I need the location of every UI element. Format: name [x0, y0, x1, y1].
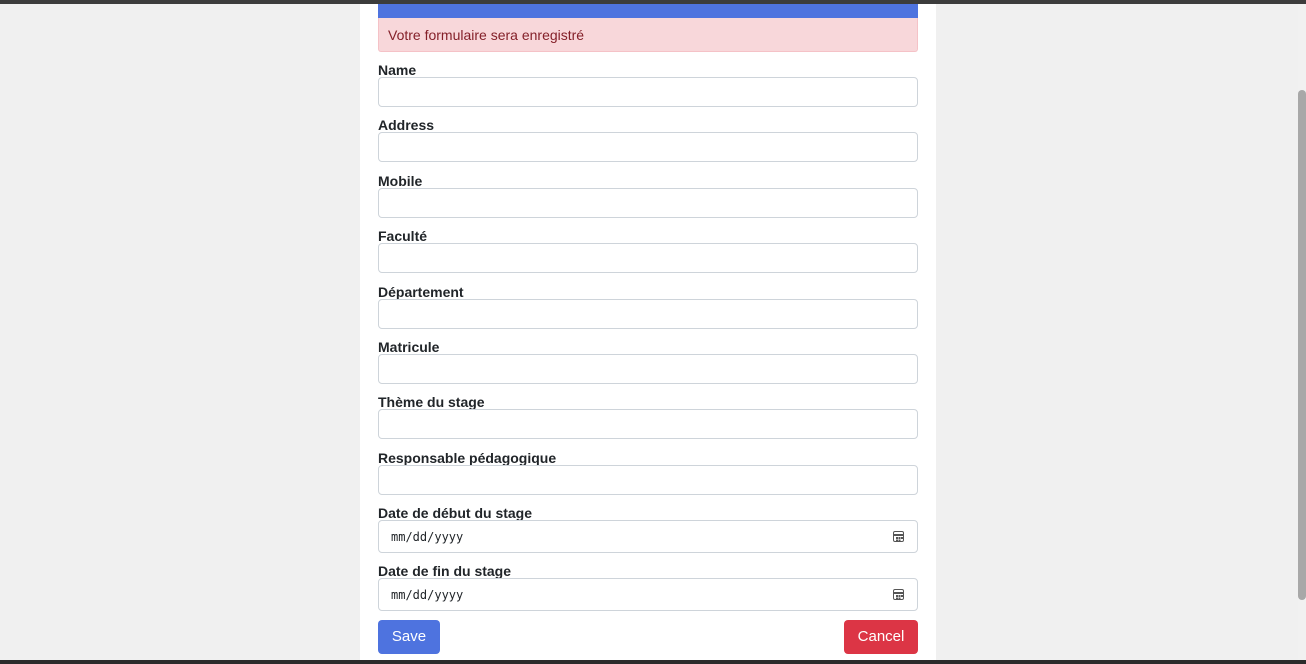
responsable-input[interactable]	[378, 465, 918, 495]
departement-label: Département	[378, 284, 464, 300]
faculte-input[interactable]	[378, 243, 918, 273]
alert-message: Votre formulaire sera enregistré	[378, 18, 918, 52]
name-input[interactable]	[378, 77, 918, 107]
name-label: Name	[378, 62, 417, 78]
start-date-input[interactable]: mm/dd/yyyy	[378, 520, 918, 553]
theme-label: Thème du stage	[378, 394, 485, 410]
calendar-icon[interactable]	[893, 531, 904, 542]
scrollbar-thumb[interactable]	[1298, 90, 1306, 600]
form-header-banner	[378, 4, 918, 18]
calendar-icon[interactable]	[893, 589, 904, 600]
matricule-input[interactable]	[378, 354, 918, 384]
address-input[interactable]	[378, 132, 918, 162]
mobile-label: Mobile	[378, 173, 423, 189]
responsable-label: Responsable pédagogique	[378, 450, 557, 466]
address-label: Address	[378, 117, 435, 133]
end-date-label: Date de fin du stage	[378, 563, 512, 579]
matricule-label: Matricule	[378, 339, 440, 355]
faculte-label: Faculté	[378, 228, 428, 244]
cancel-button[interactable]: Cancel	[844, 620, 918, 654]
browser-bottom-edge	[0, 660, 1306, 664]
start-date-label: Date de début du stage	[378, 505, 533, 521]
mobile-input[interactable]	[378, 188, 918, 218]
start-date-placeholder: mm/dd/yyyy	[391, 530, 464, 544]
end-date-input[interactable]: mm/dd/yyyy	[378, 578, 918, 611]
save-button[interactable]: Save	[378, 620, 440, 654]
end-date-placeholder: mm/dd/yyyy	[391, 588, 464, 602]
theme-input[interactable]	[378, 409, 918, 439]
departement-input[interactable]	[378, 299, 918, 329]
